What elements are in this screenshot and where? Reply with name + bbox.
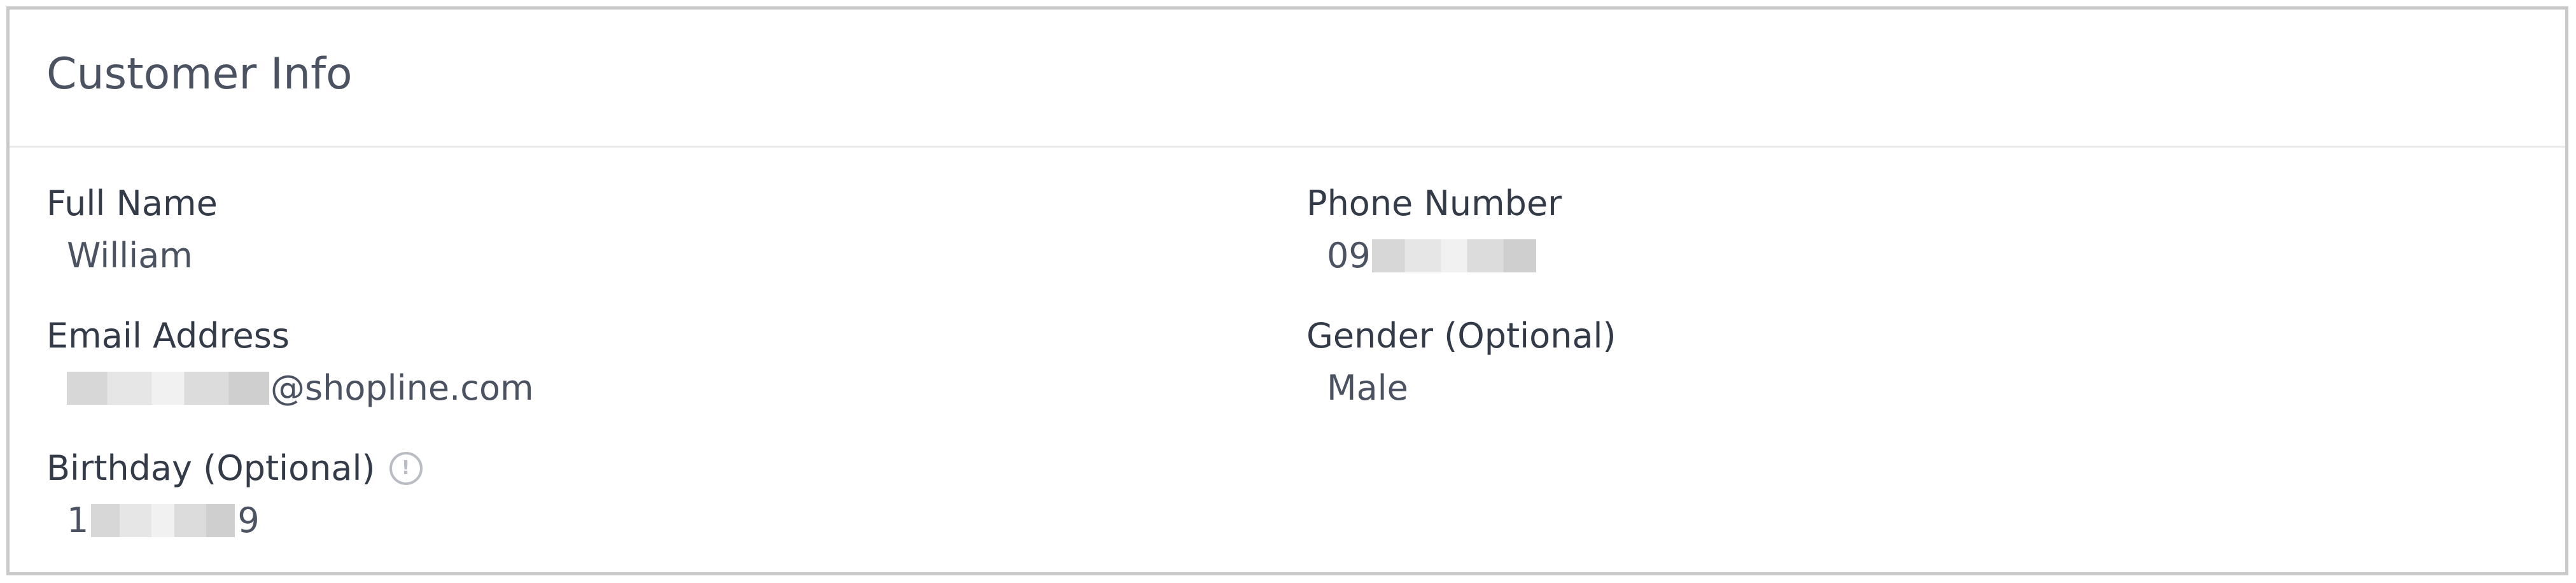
full-name-label: Full Name: [46, 183, 218, 223]
birthday-label: Birthday (Optional): [46, 448, 375, 488]
birthday-redaction: [91, 504, 235, 537]
customer-info-card: Customer Info Full Name William Phone Nu…: [6, 6, 2568, 575]
phone-number-visible-prefix: 09: [1327, 235, 1371, 276]
gender-label: Gender (Optional): [1306, 316, 1616, 356]
gender-field: Gender (Optional) Male: [1306, 314, 1616, 411]
email-domain-text: @shopline.com: [270, 368, 534, 408]
phone-number-value: 09: [1306, 234, 1562, 278]
birthday-visible-prefix: 1: [67, 500, 89, 540]
birthday-value: 1 9: [46, 498, 423, 543]
birthday-visible-suffix: 9: [237, 500, 260, 540]
gender-value: Male: [1327, 368, 1408, 408]
full-name-value: William: [67, 235, 193, 276]
email-address-label: Email Address: [46, 316, 290, 356]
phone-number-redaction: [1371, 239, 1536, 272]
phone-number-label: Phone Number: [1306, 183, 1562, 223]
email-address-value: @shopline.com: [46, 366, 534, 411]
card-header: Customer Info: [10, 10, 2565, 148]
info-circle-icon[interactable]: !: [389, 452, 423, 485]
full-name-field: Full Name William: [46, 181, 218, 278]
birthday-field: Birthday (Optional) ! 1 9: [46, 446, 423, 543]
birthday-label-row: Birthday (Optional) !: [46, 446, 423, 491]
phone-number-field: Phone Number 09: [1306, 181, 1562, 278]
card-title: Customer Info: [46, 49, 353, 99]
email-address-redaction: [67, 372, 269, 405]
email-address-field: Email Address @shopline.com: [46, 314, 534, 411]
